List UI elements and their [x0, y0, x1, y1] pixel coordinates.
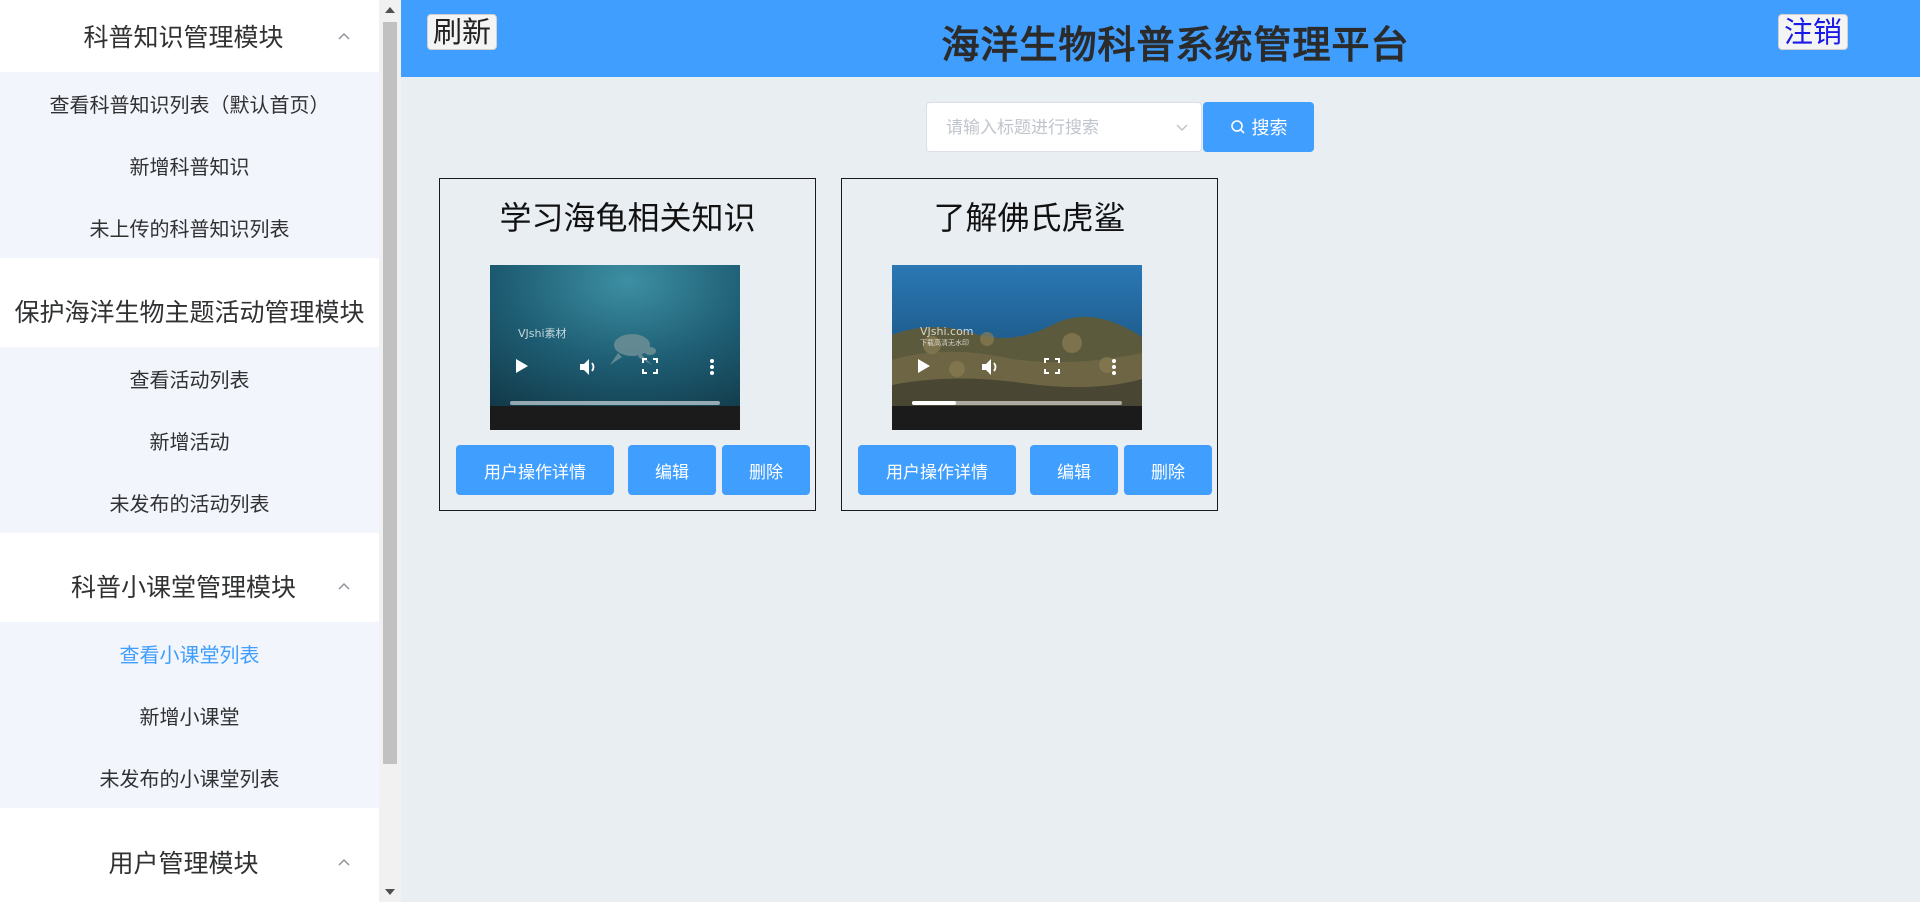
video-controls — [892, 358, 1142, 382]
menu-group-label: 科普知识管理模块 — [83, 23, 284, 52]
menu-item-view-knowledge-list[interactable]: 查看科普知识列表（默认首页） — [0, 72, 379, 134]
video-bottom-bar — [490, 406, 740, 430]
video-watermark-sub: 下载高清无水印 — [920, 339, 969, 347]
menu-item-add-knowledge[interactable]: 新增科普知识 — [0, 134, 379, 196]
classroom-card: 了解佛氏虎鲨 VJshi.com 下载高清无水印 用户操作详情 编辑 删除 — [841, 178, 1218, 511]
search-button-label: 搜索 — [1251, 118, 1288, 139]
video-watermark-main: VJshi.com — [920, 325, 974, 338]
submenu-activities: 查看活动列表 新增活动 未发布的活动列表 — [0, 347, 379, 533]
play-icon[interactable] — [917, 358, 931, 374]
menu-item-unpublished-classroom[interactable]: 未发布的小课堂列表 — [0, 746, 379, 808]
menu-group-label: 用户管理模块 — [108, 849, 259, 878]
search-button[interactable]: 搜索 — [1203, 102, 1314, 152]
menu-item-add-classroom[interactable]: 新增小课堂 — [0, 684, 379, 746]
video-watermark: VJshi素材 — [518, 327, 567, 340]
video-controls — [490, 358, 740, 382]
delete-button[interactable]: 删除 — [1124, 445, 1212, 495]
play-icon[interactable] — [515, 358, 529, 374]
card-title: 了解佛氏虎鲨 — [933, 199, 1126, 237]
menu-item-view-activity-list[interactable]: 查看活动列表 — [0, 347, 379, 409]
chevron-up-icon — [338, 32, 350, 40]
submenu-classroom: 查看小课堂列表 新增小课堂 未发布的小课堂列表 — [0, 622, 379, 808]
video-progress-fill — [912, 401, 957, 405]
scroll-thumb[interactable] — [383, 22, 397, 764]
video-bottom-bar — [892, 406, 1142, 430]
menu-item-add-activity[interactable]: 新增活动 — [0, 409, 379, 471]
more-options-icon[interactable] — [709, 358, 715, 376]
submenu-science-knowledge: 查看科普知识列表（默认首页） 新增科普知识 未上传的科普知识列表 — [0, 72, 379, 258]
menu-group-activities[interactable]: 保护海洋生物主题活动管理模块 — [0, 275, 379, 347]
chevron-up-icon — [338, 582, 350, 590]
search-input[interactable] — [927, 103, 1188, 153]
menu-item-unuploaded-knowledge[interactable]: 未上传的科普知识列表 — [0, 196, 379, 258]
page-title: 海洋生物科普系统管理平台 — [941, 23, 1410, 67]
menu-group-users[interactable]: 用户管理模块 — [0, 826, 379, 898]
scroll-down-arrow-icon[interactable] — [379, 882, 401, 902]
edit-button[interactable]: 编辑 — [1030, 445, 1118, 495]
chevron-up-icon — [338, 858, 350, 866]
user-operation-details-button[interactable]: 用户操作详情 — [858, 445, 1016, 495]
page-title-wrap: 海洋生物科普系统管理平台 — [401, 14, 1920, 69]
video-watermark: VJshi.com 下载高清无水印 — [920, 325, 974, 348]
menu-group-label: 保护海洋生物主题活动管理模块 — [14, 298, 365, 327]
logout-button[interactable]: 注销 — [1777, 14, 1848, 50]
classroom-card: 学习海龟相关知识 VJshi素材 用户操作详情 编辑 删除 — [439, 178, 816, 511]
edit-button[interactable]: 编辑 — [628, 445, 716, 495]
volume-icon[interactable] — [981, 358, 1001, 376]
user-operation-details-button[interactable]: 用户操作详情 — [456, 445, 614, 495]
scroll-up-arrow-icon[interactable] — [379, 0, 401, 20]
menu-group-science-knowledge[interactable]: 科普知识管理模块 — [0, 0, 379, 72]
video-player[interactable]: VJshi素材 — [490, 265, 740, 430]
more-options-icon[interactable] — [1111, 358, 1117, 376]
search-icon — [1230, 120, 1245, 134]
fullscreen-icon[interactable] — [1044, 358, 1060, 374]
menu-item-view-classroom-list[interactable]: 查看小课堂列表 — [0, 622, 379, 684]
menu-item-unpublished-activities[interactable]: 未发布的活动列表 — [0, 471, 379, 533]
sidebar-scrollbar[interactable] — [379, 0, 401, 902]
delete-button[interactable]: 删除 — [722, 445, 810, 495]
video-progress-bar[interactable] — [912, 401, 1122, 405]
sidebar: 科普知识管理模块 查看科普知识列表（默认首页） 新增科普知识 未上传的科普知识列… — [0, 0, 379, 902]
fullscreen-icon[interactable] — [642, 358, 658, 374]
video-progress-bar[interactable] — [510, 401, 720, 405]
search-select[interactable] — [926, 102, 1202, 153]
menu-group-label: 科普小课堂管理模块 — [70, 573, 296, 602]
header-bar: 刷新 海洋生物科普系统管理平台 注销 — [401, 0, 1920, 77]
menu-group-classroom[interactable]: 科普小课堂管理模块 — [0, 550, 379, 622]
volume-icon[interactable] — [579, 358, 599, 376]
card-title: 学习海龟相关知识 — [499, 199, 756, 237]
chevron-down-icon — [1176, 124, 1188, 132]
video-player[interactable]: VJshi.com 下载高清无水印 — [892, 265, 1142, 430]
